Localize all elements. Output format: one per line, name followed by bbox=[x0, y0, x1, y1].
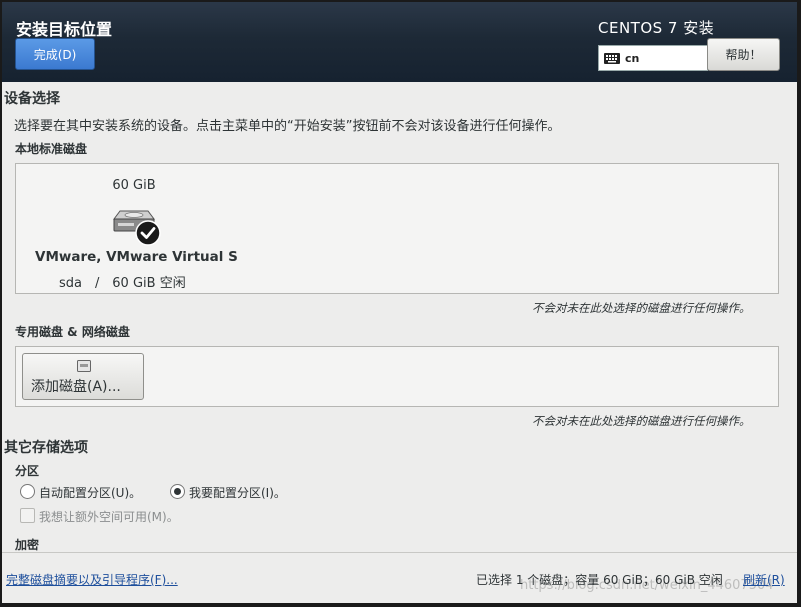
header-bar: 安装目标位置 完成(D) CENTOS 7 安装 cn 帮助！ bbox=[2, 2, 797, 82]
keyboard-layout-label: cn bbox=[625, 51, 640, 65]
auto-partition-label[interactable]: 自动配置分区(U)。 bbox=[39, 484, 141, 501]
special-disks-panel: 添加磁盘(A)... bbox=[15, 346, 779, 407]
disk-device: sda bbox=[59, 276, 82, 291]
disk-separator: / bbox=[94, 276, 100, 291]
selection-status: 已选择 1 个磁盘；容量 60 GiB；60 GiB 空闲 bbox=[476, 573, 723, 587]
disk-free-space: 60 GiB 空闲 bbox=[112, 276, 186, 291]
other-storage-heading: 其它存储选项 bbox=[4, 440, 88, 456]
disk-item-sda[interactable]: 60 GiB VMware, VMware Virtual S sda / 60… bbox=[24, 168, 244, 292]
refresh-link[interactable]: 刷新(R) bbox=[743, 571, 785, 588]
help-button[interactable]: 帮助！ bbox=[707, 38, 780, 71]
local-disks-panel: 60 GiB VMware, VMware Virtual S sda / 60… bbox=[15, 163, 779, 294]
product-title: CENTOS 7 安装 bbox=[598, 19, 715, 37]
disk-size: 60 GiB bbox=[112, 178, 156, 193]
keyboard-layout-indicator[interactable]: cn bbox=[598, 45, 708, 71]
footer-bar: 完整磁盘摘要以及引导程序(F)... https://blog.csdn.net… bbox=[2, 552, 797, 603]
page-title: 安装目标位置 bbox=[16, 20, 113, 39]
device-selection-heading: 设备选择 bbox=[4, 91, 60, 107]
installer-window: 安装目标位置 完成(D) CENTOS 7 安装 cn 帮助！ 设备选择 选择要… bbox=[0, 0, 801, 607]
auto-partition-radio[interactable] bbox=[20, 484, 35, 499]
special-disks-note: 不会对未在此处选择的磁盘进行任何操作。 bbox=[532, 414, 751, 428]
partition-heading: 分区 bbox=[15, 464, 40, 478]
add-disk-label: 添加磁盘(A)... bbox=[31, 379, 121, 395]
special-disks-heading: 专用磁盘 & 网络磁盘 bbox=[15, 325, 130, 339]
keyboard-icon bbox=[604, 52, 620, 64]
extra-space-label: 我想让额外空间可用(M)。 bbox=[39, 510, 179, 524]
disk-icon bbox=[77, 360, 91, 372]
manual-partition-label[interactable]: 我要配置分区(I)。 bbox=[189, 484, 286, 501]
main-content: 设备选择 选择要在其中安装系统的设备。点击主菜单中的“开始安装”按钮前不会对该设… bbox=[2, 82, 797, 552]
add-disk-button[interactable]: 添加磁盘(A)... bbox=[22, 353, 144, 400]
local-disks-heading: 本地标准磁盘 bbox=[15, 142, 88, 156]
done-button[interactable]: 完成(D) bbox=[15, 38, 95, 70]
manual-partition-radio[interactable] bbox=[170, 484, 185, 499]
disk-name: VMware, VMware Virtual S bbox=[35, 249, 238, 265]
local-disks-note: 不会对未在此处选择的磁盘进行任何操作。 bbox=[532, 301, 751, 315]
disk-device-info: sda / 60 GiB 空闲 bbox=[59, 272, 186, 291]
extra-space-checkbox[interactable] bbox=[20, 508, 35, 523]
device-selection-description: 选择要在其中安装系统的设备。点击主菜单中的“开始安装”按钮前不会对该设备进行任何… bbox=[14, 119, 561, 134]
encryption-heading: 加密 bbox=[15, 538, 40, 552]
full-disk-summary-link[interactable]: 完整磁盘摘要以及引导程序(F)... bbox=[6, 571, 178, 588]
hard-disk-selected-icon bbox=[113, 210, 161, 246]
